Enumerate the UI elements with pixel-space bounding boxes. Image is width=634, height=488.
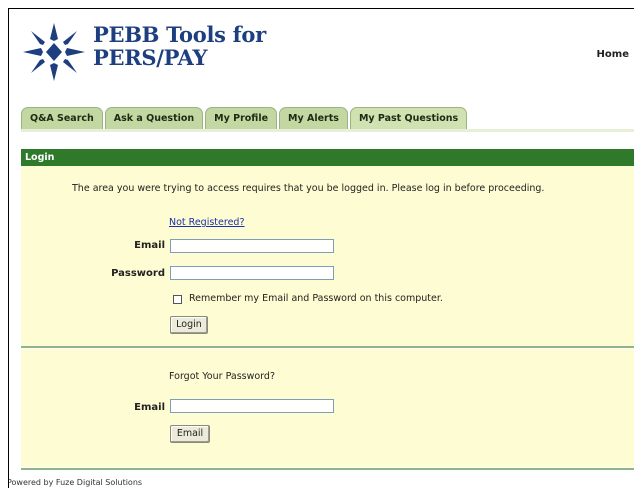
page-frame: PEBB Tools for PERS/PAY Home Q&A Search …	[8, 8, 634, 488]
remember-me-checkbox[interactable]	[173, 295, 182, 304]
footer-powered-by: Powered by Fuze Digital Solutions	[8, 478, 143, 487]
section-divider	[21, 346, 634, 348]
password-field[interactable]	[170, 266, 334, 280]
not-registered-link[interactable]: Not Registered?	[169, 217, 245, 228]
password-label: Password	[111, 268, 165, 279]
email-password-button[interactable]: Email	[170, 425, 210, 443]
home-link[interactable]: Home	[597, 49, 629, 60]
tab-my-past-questions[interactable]: My Past Questions	[349, 107, 468, 129]
forgot-email-label: Email	[134, 402, 165, 413]
tab-qa-search[interactable]: Q&A Search	[21, 107, 103, 129]
brand-title: PEBB Tools for PERS/PAY	[93, 23, 266, 69]
brand-line-2: PERS/PAY	[93, 45, 208, 70]
tab-ask-a-question[interactable]: Ask a Question	[104, 107, 204, 129]
email-field[interactable]	[170, 239, 334, 253]
tab-underline	[21, 129, 634, 132]
tab-my-profile[interactable]: My Profile	[205, 107, 278, 129]
tab-my-alerts[interactable]: My Alerts	[279, 107, 348, 129]
brand-line-1: PEBB Tools for	[93, 22, 266, 47]
email-label: Email	[134, 240, 165, 251]
bottom-divider	[21, 468, 634, 470]
forgot-email-field[interactable]	[170, 399, 334, 413]
tab-bar: Q&A Search Ask a Question My Profile My …	[21, 107, 468, 129]
remember-me-label: Remember my Email and Password on this c…	[189, 293, 443, 304]
forgot-password-title: Forgot Your Password?	[169, 371, 275, 382]
pebb-logo-icon	[23, 23, 85, 81]
login-button[interactable]: Login	[170, 316, 208, 334]
login-section-header: Login	[21, 149, 634, 166]
login-required-message: The area you were trying to access requi…	[72, 183, 545, 194]
